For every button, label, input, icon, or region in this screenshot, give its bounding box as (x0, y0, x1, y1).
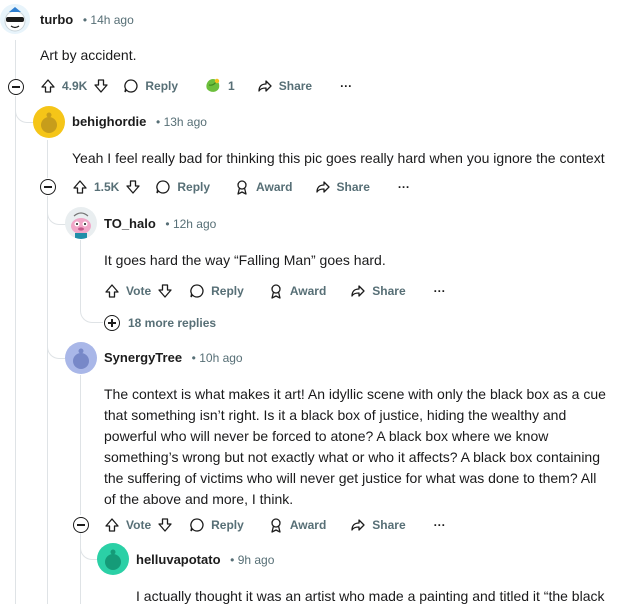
comment-author: TO_halo • 12h ago (104, 216, 217, 231)
snoo-avatar-icon (4, 7, 26, 32)
snoo-avatar-icon (73, 348, 89, 369)
vote-count: Vote (126, 284, 152, 298)
vote-count: Vote (126, 518, 152, 532)
comment-body: Yeah I feel really bad for thinking this… (72, 150, 605, 166)
comment-body: It goes hard the way “Falling Man” goes … (104, 252, 386, 268)
downvote-icon[interactable] (93, 78, 109, 94)
share-icon (350, 517, 366, 533)
upvote-icon[interactable] (104, 517, 120, 533)
comment-bubble-icon (189, 283, 205, 299)
award-icon (234, 179, 250, 195)
thread-line-synergytree (80, 375, 81, 515)
thread-branch (47, 196, 66, 225)
username-link[interactable]: SynergyTree (104, 350, 182, 365)
overflow-menu-button[interactable]: ··· (398, 180, 410, 194)
award-leaf-icon (204, 77, 222, 95)
more-replies-button[interactable]: 18 more replies (104, 315, 216, 331)
award-button[interactable]: 1 (204, 77, 235, 95)
thread-branch (47, 330, 66, 359)
comment-bubble-icon (155, 179, 171, 195)
overflow-menu-button[interactable]: ··· (434, 284, 446, 298)
upvote-icon[interactable] (72, 179, 88, 195)
username-link[interactable]: TO_halo (104, 216, 156, 231)
comment-time: 14h ago (90, 13, 134, 27)
comment-time: 9h ago (237, 553, 275, 567)
more-icon: ··· (433, 284, 446, 298)
share-icon (257, 78, 273, 94)
more-icon: ··· (340, 79, 353, 93)
share-icon (315, 179, 331, 195)
avatar[interactable] (97, 543, 129, 575)
comment-action-bar: Vote Reply Award Share ··· (104, 513, 446, 537)
comment-bubble-icon (123, 78, 139, 94)
reply-button[interactable]: Reply (123, 78, 178, 94)
downvote-icon[interactable] (157, 517, 173, 533)
thread-branch (80, 300, 103, 323)
comment-time: 12h ago (172, 217, 217, 231)
username-link[interactable]: turbo (40, 12, 73, 27)
thread-line-turbo-children (15, 96, 16, 604)
comment-time: 13h ago (163, 115, 207, 129)
comment-author: SynergyTree • 10h ago (104, 350, 243, 365)
avatar[interactable] (0, 4, 30, 34)
snoo-avatar-icon (41, 112, 57, 133)
share-button[interactable]: Share (257, 78, 312, 94)
snoo-avatar-icon (105, 549, 121, 570)
share-button[interactable]: Share (350, 283, 406, 299)
vote-count: 4.9K (62, 79, 88, 93)
collapse-thread-button[interactable] (8, 79, 24, 95)
award-button[interactable]: Award (268, 283, 326, 299)
more-icon: ··· (397, 180, 410, 194)
downvote-icon[interactable] (157, 283, 173, 299)
collapse-thread-button[interactable] (40, 179, 56, 195)
comment-action-bar: 4.9K Reply 1 Share ··· (40, 74, 352, 98)
share-button[interactable]: Share (315, 179, 370, 195)
thread-line-behighordie (47, 140, 48, 178)
thread-branch (15, 96, 34, 123)
comment-body: The context is what makes it art! An idy… (104, 386, 606, 507)
upvote-icon[interactable] (40, 78, 56, 94)
overflow-menu-button[interactable]: ··· (340, 79, 352, 93)
thread-line-behighordie-children (47, 196, 48, 604)
snoo-avatar-icon (71, 212, 91, 239)
username-link[interactable]: behighordie (72, 114, 146, 129)
vote-group: Vote (104, 283, 173, 299)
award-icon (268, 517, 284, 533)
avatar[interactable] (65, 342, 97, 374)
downvote-icon[interactable] (125, 179, 141, 195)
vote-group: 1.5K (72, 179, 141, 195)
comment-author: behighordie • 13h ago (72, 114, 207, 129)
upvote-icon[interactable] (104, 283, 120, 299)
thread-line-turbo (15, 40, 16, 80)
reply-button[interactable]: Reply (189, 517, 244, 533)
comment-time: 10h ago (199, 351, 243, 365)
comment-author: turbo • 14h ago (40, 12, 134, 27)
reply-button[interactable]: Reply (155, 179, 210, 195)
award-button[interactable]: Award (234, 179, 293, 195)
vote-group: 4.9K (40, 78, 109, 94)
avatar[interactable] (65, 207, 97, 239)
comment-bubble-icon (189, 517, 205, 533)
comment-body: Art by accident. (40, 47, 137, 63)
reply-button[interactable]: Reply (189, 283, 244, 299)
username-link[interactable]: helluvapotato (136, 552, 221, 567)
share-button[interactable]: Share (350, 517, 406, 533)
comment-action-bar: Vote Reply Award Share ··· (104, 279, 446, 303)
avatar[interactable] (33, 106, 65, 138)
award-icon (268, 283, 284, 299)
comment-action-bar: 1.5K Reply Award Share ··· (72, 175, 410, 199)
vote-count: 1.5K (94, 180, 120, 194)
more-icon: ··· (433, 518, 446, 532)
comment-author: helluvapotato • 9h ago (136, 552, 275, 567)
expand-plus-icon (104, 315, 120, 331)
collapse-thread-button[interactable] (73, 517, 89, 533)
award-button[interactable]: Award (268, 517, 326, 533)
share-icon (350, 283, 366, 299)
overflow-menu-button[interactable]: ··· (434, 518, 446, 532)
vote-group: Vote (104, 517, 173, 533)
